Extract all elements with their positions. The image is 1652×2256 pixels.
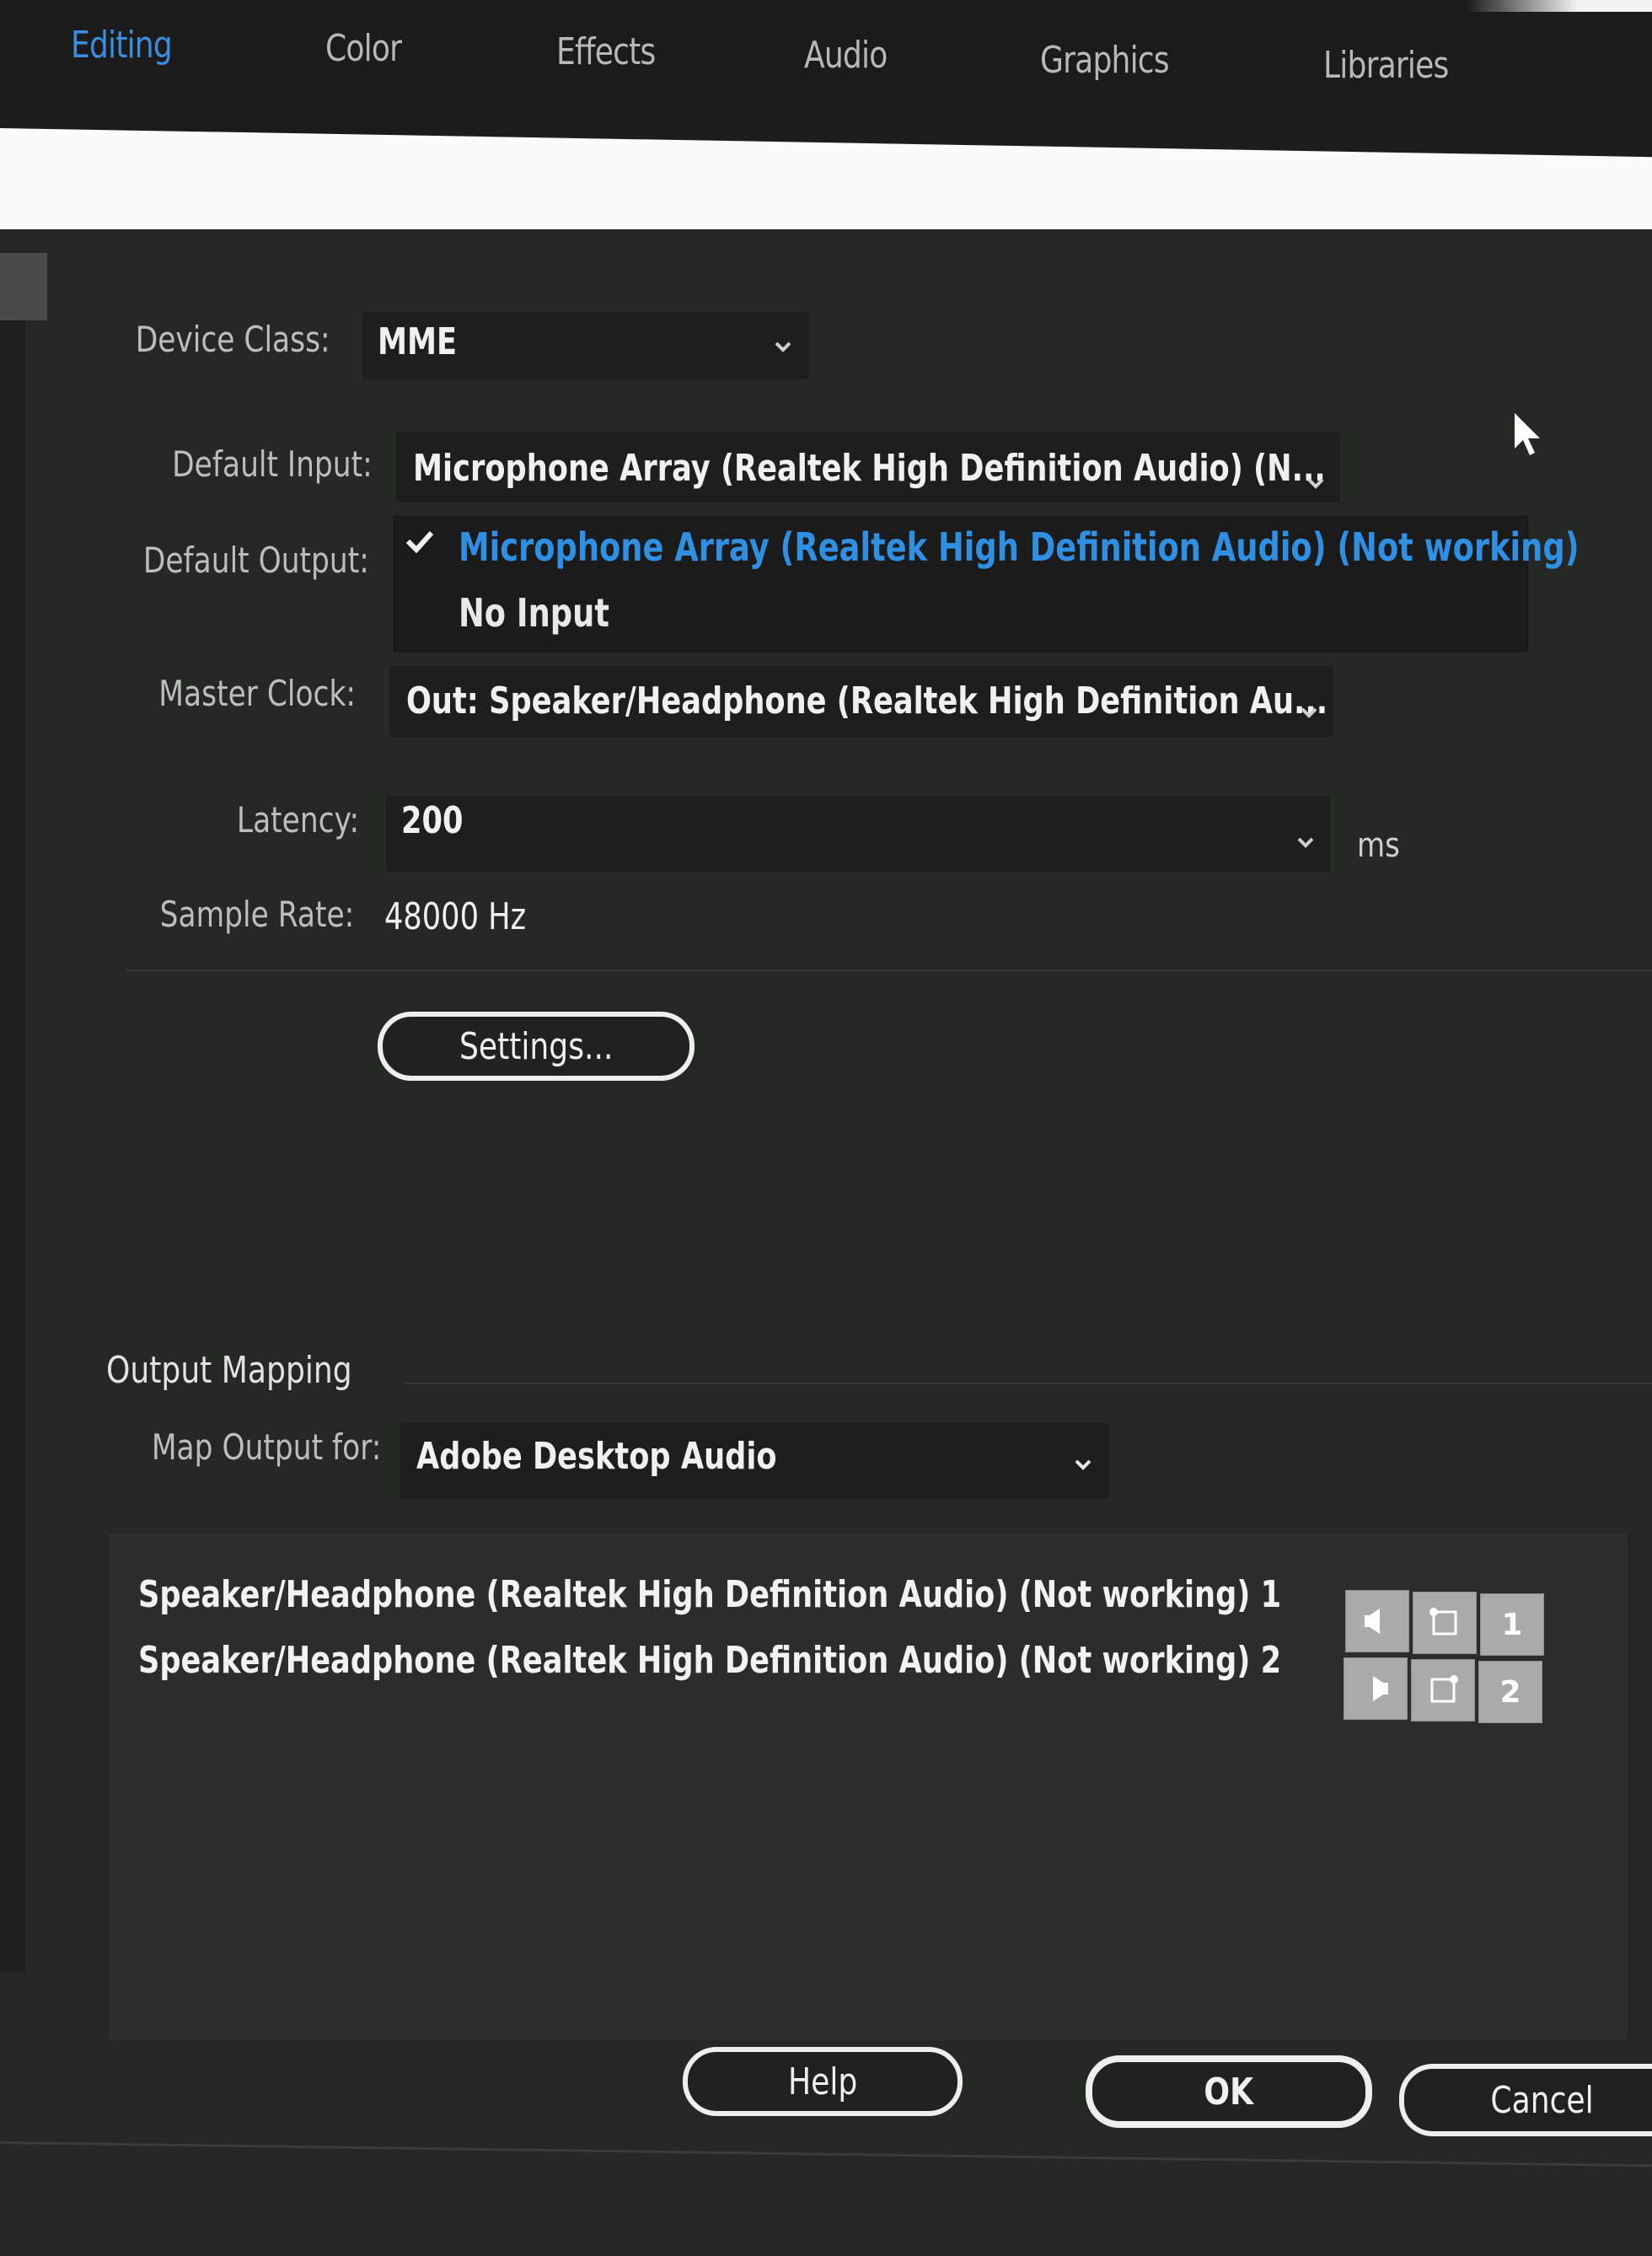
latency-value: 200 bbox=[401, 799, 464, 842]
channel-row-2[interactable]: Speaker/Headphone (Realtek High Definiti… bbox=[138, 1639, 1281, 1682]
chevron-down-icon bbox=[772, 336, 794, 357]
device-class-value: MME bbox=[378, 320, 458, 363]
map-output-for-label: Map Output for: bbox=[151, 1426, 381, 1468]
chevron-down-icon bbox=[1298, 701, 1320, 723]
default-input-label: Default Input: bbox=[172, 443, 373, 485]
workspace-tab-bar: Editing Color Effects Audio Graphics Lib… bbox=[0, 0, 1652, 135]
speaker-left-icon[interactable] bbox=[1345, 1590, 1409, 1652]
sample-rate-label: Sample Rate: bbox=[159, 894, 354, 935]
preferences-sidebar bbox=[0, 253, 25, 1973]
tab-editing[interactable]: Editing bbox=[71, 24, 173, 67]
tab-audio[interactable]: Audio bbox=[804, 34, 888, 77]
channel-frame-icon[interactable] bbox=[1411, 1659, 1475, 1722]
dropdown-option-no-input[interactable]: No Input bbox=[459, 590, 609, 636]
tab-color[interactable]: Color bbox=[325, 27, 402, 70]
ok-button[interactable]: OK bbox=[1086, 2055, 1372, 2128]
checkmark-icon bbox=[403, 524, 437, 558]
chevron-down-icon bbox=[1295, 831, 1317, 853]
channel-frame-icon[interactable] bbox=[1413, 1592, 1477, 1654]
output-mapping-title: Output Mapping bbox=[106, 1349, 352, 1392]
channel-number-2[interactable]: 2 bbox=[1478, 1661, 1542, 1723]
speaker-right-icon[interactable] bbox=[1344, 1657, 1408, 1720]
tab-libraries[interactable]: Libraries bbox=[1323, 44, 1449, 87]
channel-row-1[interactable]: Speaker/Headphone (Realtek High Definiti… bbox=[138, 1573, 1281, 1616]
sample-rate-value: 48000 Hz bbox=[384, 895, 527, 938]
latency-unit: ms bbox=[1357, 826, 1400, 865]
map-output-for-value: Adobe Desktop Audio bbox=[416, 1435, 777, 1478]
default-output-label: Default Output: bbox=[142, 540, 369, 581]
settings-button[interactable]: Settings... bbox=[378, 1012, 695, 1081]
latency-select[interactable] bbox=[386, 796, 1330, 872]
divider bbox=[405, 1383, 1652, 1384]
master-clock-value: Out: Speaker/Headphone (Realtek High Def… bbox=[406, 679, 1328, 722]
sidebar-selected-item[interactable] bbox=[0, 253, 47, 320]
dropdown-option-microphone-array[interactable]: Microphone Array (Realtek High Definitio… bbox=[459, 524, 1580, 570]
divider bbox=[126, 970, 1652, 971]
master-clock-label: Master Clock: bbox=[158, 673, 356, 714]
device-class-label: Device Class: bbox=[136, 319, 330, 360]
tab-graphics[interactable]: Graphics bbox=[1040, 39, 1170, 82]
chevron-down-icon bbox=[1305, 472, 1327, 494]
channel-number-1[interactable]: 1 bbox=[1480, 1593, 1544, 1656]
mouse-cursor-icon bbox=[1513, 411, 1547, 462]
tab-effects[interactable]: Effects bbox=[556, 30, 656, 73]
default-input-value: Microphone Array (Realtek High Definitio… bbox=[413, 447, 1326, 490]
latency-label: Latency: bbox=[236, 799, 359, 841]
cancel-button[interactable]: Cancel bbox=[1399, 2064, 1652, 2136]
chevron-down-icon bbox=[1072, 1453, 1094, 1475]
help-button[interactable]: Help bbox=[683, 2047, 963, 2116]
